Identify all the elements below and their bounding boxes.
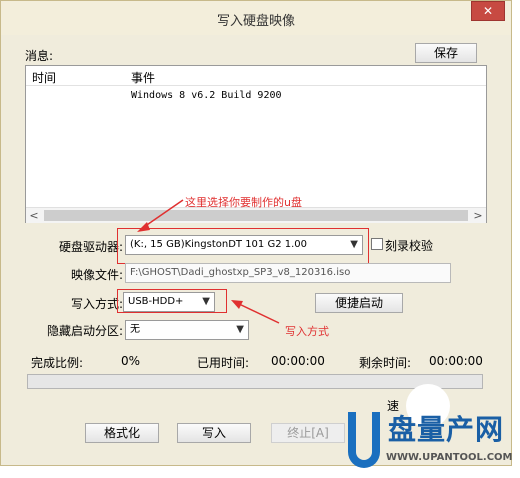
drive-label: 硬盘驱动器: bbox=[59, 240, 124, 254]
watermark-brand: 盘量产网 bbox=[388, 413, 505, 446]
complete-value: 0% bbox=[121, 354, 141, 368]
close-icon[interactable]: ✕ bbox=[471, 1, 505, 21]
image-file-label: 映像文件: bbox=[71, 268, 124, 282]
remaining-label: 剩余时间: bbox=[359, 356, 412, 370]
verify-label: 刻录校验 bbox=[385, 239, 434, 253]
title-bar: 写入硬盘映像 ✕ bbox=[1, 1, 511, 35]
hidden-partition-label: 隐藏启动分区: bbox=[47, 324, 124, 338]
annotation-mode-note: 写入方式 bbox=[285, 325, 329, 338]
column-time: 时间 bbox=[32, 71, 57, 85]
hidden-partition-select[interactable]: 无 ▼ bbox=[125, 320, 249, 340]
watermark-logo: 盘量产网 WWW.UPANTOOL.COM bbox=[344, 384, 520, 478]
quick-boot-button[interactable]: 便捷启动 bbox=[315, 293, 403, 313]
write-mode-select[interactable]: USB-HDD+ ▼ bbox=[123, 292, 215, 312]
watermark-url: WWW.UPANTOOL.COM bbox=[386, 452, 513, 463]
write-mode-label: 写入方式: bbox=[71, 297, 124, 311]
window-title: 写入硬盘映像 bbox=[216, 14, 295, 29]
watermark-u-icon bbox=[348, 412, 380, 468]
save-button[interactable]: 保存 bbox=[415, 43, 477, 63]
image-file-field[interactable]: F:\GHOST\Dadi_ghostxp_SP3_v8_120316.iso bbox=[125, 263, 451, 283]
write-mode-value: USB-HDD+ bbox=[128, 296, 184, 307]
annotation-drive-note: 这里选择你要制作的u盘 bbox=[185, 196, 302, 209]
column-event: 事件 bbox=[131, 71, 156, 85]
log-row-event: Windows 8 v6.2 Build 9200 bbox=[131, 90, 282, 101]
drive-select-value: (K:, 15 GB)KingstonDT 101 G2 1.00 bbox=[130, 239, 308, 250]
log-header: 时间 事件 bbox=[26, 66, 486, 86]
messages-label: 消息: bbox=[25, 49, 54, 63]
elapsed-value: 00:00:00 bbox=[271, 354, 325, 368]
elapsed-label: 已用时间: bbox=[197, 356, 250, 370]
hidden-partition-value: 无 bbox=[130, 324, 140, 335]
chevron-down-icon: ▼ bbox=[236, 324, 244, 335]
format-button[interactable]: 格式化 bbox=[85, 423, 159, 443]
abort-button[interactable]: 终止[A] bbox=[271, 423, 345, 443]
verify-checkbox[interactable] bbox=[371, 238, 383, 250]
progress-bar bbox=[27, 374, 483, 389]
chevron-down-icon: ▼ bbox=[202, 296, 210, 307]
scrollbar-thumb[interactable] bbox=[44, 210, 468, 221]
scroll-right-icon[interactable]: > bbox=[470, 208, 486, 223]
chevron-down-icon: ▼ bbox=[350, 239, 358, 250]
remaining-value: 00:00:00 bbox=[429, 354, 483, 368]
complete-label: 完成比例: bbox=[31, 356, 84, 370]
drive-select[interactable]: (K:, 15 GB)KingstonDT 101 G2 1.00 ▼ bbox=[125, 235, 363, 255]
scroll-left-icon[interactable]: < bbox=[26, 208, 42, 223]
write-button[interactable]: 写入 bbox=[177, 423, 251, 443]
